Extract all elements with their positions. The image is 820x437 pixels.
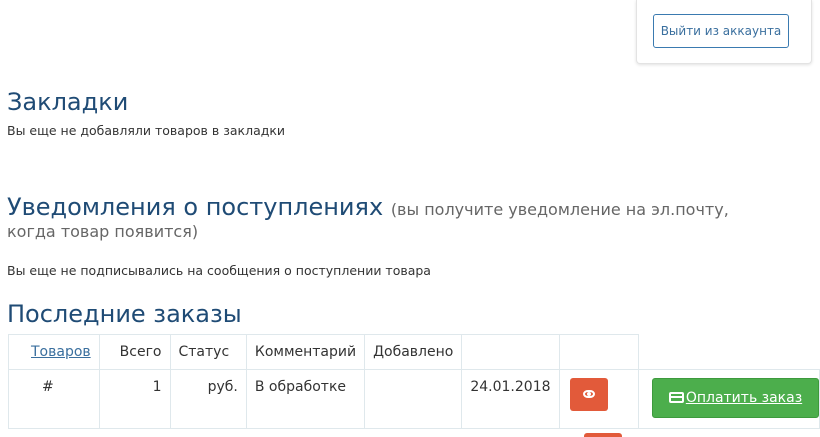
column-header-status: Статус <box>169 334 247 370</box>
order-date: 24.01.2018 <box>461 369 560 429</box>
column-header-added: Добавлено <box>364 334 463 370</box>
notifications-empty-text: Вы еще не подписывались на сообщения о п… <box>7 263 431 278</box>
pay-order-label: Оплатить заказ <box>685 390 803 406</box>
pay-cell: Оплатить заказ <box>638 369 820 429</box>
notifications-title-text: Уведомления о поступлениях <box>7 193 384 221</box>
bookmarks-empty-text: Вы еще не добавляли товаров в закладки <box>7 123 286 138</box>
sort-items-link[interactable]: Товаров <box>31 344 91 360</box>
column-header-total: Всего <box>98 334 171 370</box>
order-comment <box>364 369 463 429</box>
order-status: В обработке <box>245 369 366 429</box>
orders-table: Товаров Всего Статус Комментарий Добавле… <box>8 334 820 429</box>
orders-header-row: Товаров Всего Статус Комментарий Добавле… <box>8 334 820 370</box>
notifications-title: Уведомления о поступлениях (вы получите … <box>7 193 729 224</box>
column-header-view <box>461 334 560 370</box>
account-card: Выйти из аккаунта <box>636 0 812 64</box>
pay-order-button[interactable]: Оплатить заказ <box>652 378 819 418</box>
column-header-items[interactable]: Товаров <box>8 334 100 370</box>
order-items-count: 1 <box>98 369 171 429</box>
notifications-note-line2: когда товар появится) <box>7 222 199 241</box>
account-page: Выйти из аккаунта Закладки Вы еще не доб… <box>0 0 820 437</box>
table-row: # 1 руб. В обработке 24.01.2018 Оплатить… <box>8 369 820 429</box>
notifications-note: (вы получите уведомление на эл.почту, <box>390 200 729 219</box>
bookmarks-title: Закладки <box>7 88 129 116</box>
column-header-pay <box>558 334 640 370</box>
orders-title: Последние заказы <box>7 300 242 328</box>
next-row-view-button[interactable] <box>584 433 622 437</box>
column-header-comment: Комментарий <box>245 334 366 370</box>
view-cell <box>558 369 640 429</box>
eye-icon <box>582 390 595 398</box>
order-number: # <box>8 369 100 429</box>
logout-button[interactable]: Выйти из аккаунта <box>653 14 789 48</box>
credit-card-icon <box>668 392 684 403</box>
order-total: руб. <box>169 369 247 429</box>
view-order-button[interactable] <box>569 378 608 411</box>
